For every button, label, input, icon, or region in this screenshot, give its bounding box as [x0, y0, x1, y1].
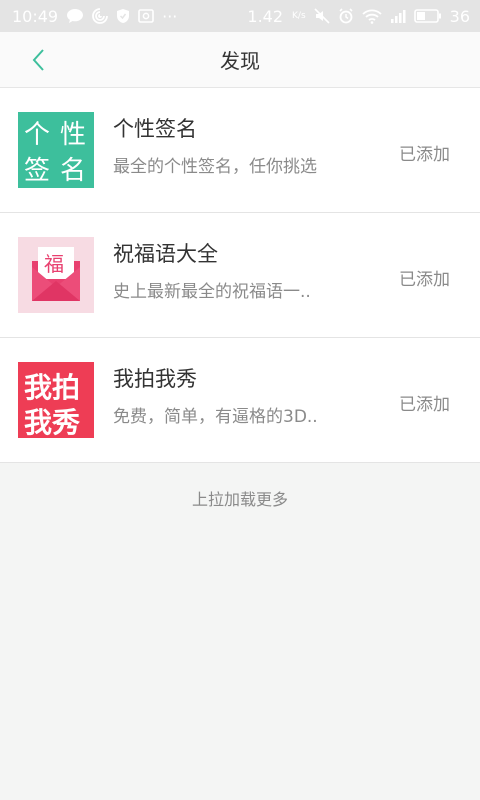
thumb-char: 福	[44, 252, 64, 276]
signal-icon	[390, 8, 406, 24]
item-title: 我拍我秀	[113, 367, 197, 391]
thumb-char: 名	[60, 156, 87, 186]
load-more-hint: 上拉加载更多	[191, 490, 288, 509]
list-item-photo-show[interactable]: 我拍 我秀 我拍我秀 免费，简单，有逼格的3D.. 已添加	[0, 338, 480, 463]
item-title: 个性签名	[113, 117, 197, 141]
thumb-text: 我秀	[24, 406, 81, 438]
item-text: 个性签名 最全的个性签名，任你挑选	[113, 116, 363, 178]
list-item-blessings[interactable]: 福 祝福语大全 史上最新最全的祝福语一.. 已添加	[0, 213, 480, 338]
photo-show-thumbnail: 我拍 我秀	[18, 362, 94, 438]
battery-icon	[413, 9, 442, 23]
item-description: 免费，简单，有逼格的3D..	[113, 407, 318, 427]
wifi-icon	[362, 8, 382, 24]
title-bar: 发现	[0, 32, 480, 88]
mute-icon	[314, 8, 330, 24]
clock: 10:49	[12, 6, 59, 26]
list-item-signature[interactable]: 个 性 签 名 个性签名 最全的个性签名，任你挑选 已添加	[0, 88, 480, 213]
status-left: 10:49 ···	[12, 7, 177, 26]
chevron-left-icon	[32, 49, 44, 71]
battery-level: 36	[449, 6, 470, 26]
plugin-list: 个 性 签 名 个性签名 最全的个性签名，任你挑选 已添加 福 祝福语大全 史上…	[0, 88, 480, 463]
net-speed-unit: K/s	[292, 10, 306, 21]
thumb-char: 个	[24, 120, 51, 150]
signature-thumbnail: 个 性 签 名	[18, 112, 94, 188]
shield-icon	[116, 8, 130, 24]
status-bar: 10:49 ··· 1.42 K/s 36	[0, 0, 480, 32]
added-status[interactable]: 已添加	[399, 265, 450, 290]
net-speed: 1.42	[247, 7, 283, 26]
back-button[interactable]	[20, 44, 56, 76]
blessings-thumbnail: 福	[18, 237, 94, 313]
thumb-text: 我拍	[24, 371, 81, 404]
message-icon	[66, 8, 84, 24]
item-text: 祝福语大全 史上最新最全的祝福语一..	[113, 241, 363, 303]
item-title: 祝福语大全	[113, 242, 218, 266]
thumb-char: 签	[24, 156, 51, 186]
status-right: 1.42 K/s 36	[247, 7, 470, 26]
more-notifications: ···	[162, 6, 178, 26]
page-title: 发现	[220, 49, 260, 73]
added-status[interactable]: 已添加	[399, 390, 450, 415]
thumb-char: 性	[60, 120, 87, 150]
item-description: 史上最新最全的祝福语一..	[113, 282, 311, 302]
item-text: 我拍我秀 免费，简单，有逼格的3D..	[113, 366, 363, 428]
alarm-icon	[338, 8, 354, 24]
item-description: 最全的个性签名，任你挑选	[113, 157, 317, 177]
gallery-icon	[138, 8, 154, 24]
net-speed-value: 1.42	[247, 6, 284, 26]
swirl-icon	[92, 8, 109, 24]
added-status[interactable]: 已添加	[399, 140, 450, 165]
